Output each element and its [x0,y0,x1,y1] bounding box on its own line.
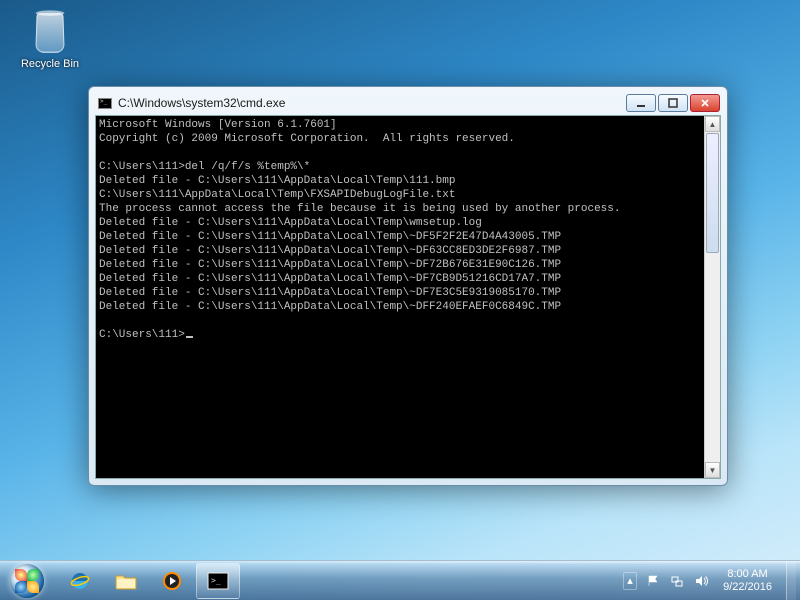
window-title: C:\Windows\system32\cmd.exe [118,96,626,110]
cmd-window[interactable]: C:\Windows\system32\cmd.exe Microsoft Wi… [88,86,728,486]
action-center-icon[interactable] [645,573,661,589]
folder-icon [113,570,139,592]
recycle-bin[interactable]: Recycle Bin [14,10,86,70]
ie-icon [67,570,93,592]
media-player-icon [159,570,185,592]
taskbar-item-cmd[interactable]: >_ [196,563,240,599]
tray-expand-button[interactable]: ▴ [623,572,637,590]
cmd-task-icon: >_ [205,570,231,592]
taskbar-item-media-player[interactable] [150,563,194,599]
taskbar: >_ ▴ 8:00 AM 9/22/2016 [0,560,800,600]
windows-logo-icon [10,564,44,598]
volume-icon[interactable] [693,573,709,589]
terminal-scrollbar[interactable]: ▲ ▼ [704,116,720,478]
taskbar-clock[interactable]: 8:00 AM 9/22/2016 [717,568,778,594]
recycle-bin-label: Recycle Bin [14,58,86,70]
start-button[interactable] [0,561,54,600]
desktop[interactable]: Recycle Bin C:\Windows\system32\cmd.exe … [0,0,800,600]
svg-text:>_: >_ [211,576,221,585]
maximize-button[interactable] [658,94,688,112]
cmd-icon [98,98,112,109]
terminal-output[interactable]: Microsoft Windows [Version 6.1.7601] Cop… [96,116,704,478]
taskbar-item-internet-explorer[interactable] [58,563,102,599]
clock-time: 8:00 AM [723,568,772,581]
recycle-bin-icon [28,10,72,54]
scroll-down-button[interactable]: ▼ [705,462,720,478]
close-button[interactable] [690,94,720,112]
network-icon[interactable] [669,573,685,589]
terminal-cursor [186,336,193,338]
titlebar[interactable]: C:\Windows\system32\cmd.exe [94,92,722,114]
taskbar-item-explorer[interactable] [104,563,148,599]
minimize-button[interactable] [626,94,656,112]
scroll-up-button[interactable]: ▲ [705,116,720,132]
system-tray: ▴ 8:00 AM 9/22/2016 [615,561,800,600]
taskbar-pinned: >_ [54,561,244,600]
cmd-client: Microsoft Windows [Version 6.1.7601] Cop… [95,115,721,479]
clock-date: 9/22/2016 [723,581,772,594]
scroll-thumb[interactable] [706,133,719,253]
show-desktop-button[interactable] [786,561,796,600]
